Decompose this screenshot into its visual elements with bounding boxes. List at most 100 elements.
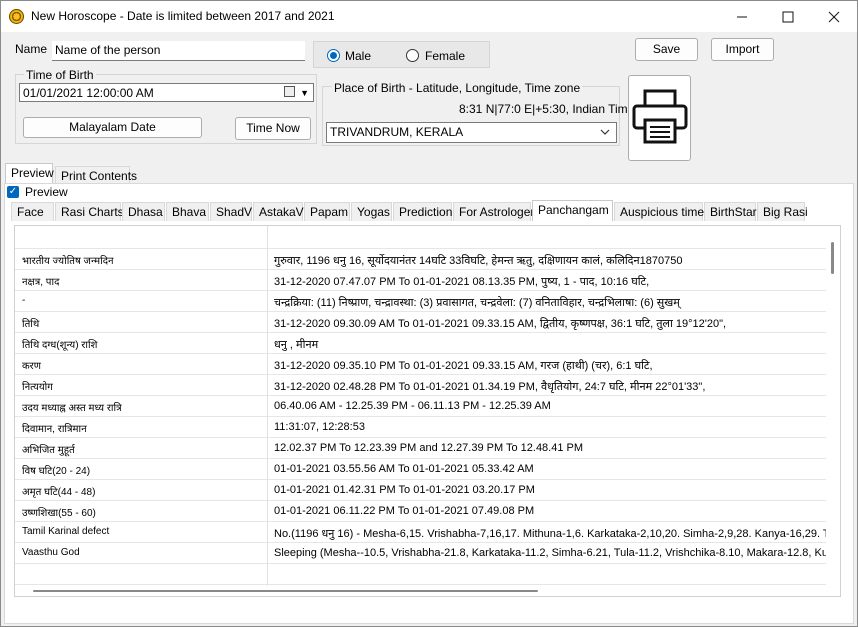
close-button[interactable]	[811, 1, 857, 32]
female-label: Female	[425, 49, 466, 63]
row-label: नक्षत्र, पाद	[22, 277, 60, 288]
tab-papam[interactable]: Papam	[304, 202, 350, 221]
male-label: Male	[345, 49, 372, 63]
row-value: 01-01-2021 06.11.22 PM To 01-01-2021 07.…	[274, 505, 535, 517]
tab-rasi-charts[interactable]: Rasi Charts	[55, 202, 124, 221]
save-button[interactable]: Save	[635, 38, 698, 61]
tab-auspicious-time[interactable]: Auspicious time	[614, 202, 704, 221]
row-value: 01-01-2021 03.55.56 AM To 01-01-2021 05.…	[274, 463, 534, 475]
row-label: नित्ययोग	[22, 382, 53, 393]
maximize-icon	[782, 11, 794, 22]
row-label: तिथि	[22, 319, 40, 330]
row-label: अभिजित मुहूर्त	[22, 445, 75, 456]
row-value: Sleeping (Mesha--10.5, Vrishabha-21.8, K…	[274, 547, 828, 559]
minimize-icon	[737, 16, 747, 17]
table-row: उष्णशिखा(55 - 60) 01-01-2021 06.11.22 PM …	[15, 501, 827, 522]
preview-checkbox[interactable]: ✓	[7, 186, 19, 198]
table-row: अभिजित मुहूर्त 12.02.37 PM To 12.23.39 PM…	[15, 438, 827, 459]
time-of-birth-label: Time of Birth	[24, 68, 96, 82]
tab-yogas[interactable]: Yogas	[351, 202, 392, 221]
table-row	[15, 564, 827, 585]
row-label: -	[22, 295, 26, 306]
name-input[interactable]: Name of the person	[52, 41, 305, 61]
window-title: New Horoscope - Date is limited between …	[31, 9, 335, 23]
table-row: दिवामान, रात्रिमान 11:31:07, 12:28:53	[15, 417, 827, 438]
table-row	[15, 228, 827, 249]
table-row: नित्ययोग 31-12-2020 02.48.28 PM To 01-01-…	[15, 375, 827, 396]
table-row: अमृत घटि(44 - 48) 01-01-2021 01.42.31 PM …	[15, 480, 827, 501]
row-label: भारतीय ज्योतिष जन्मदिन	[22, 256, 114, 267]
title-bar: New Horoscope - Date is limited between …	[1, 1, 857, 32]
place-value: TRIVANDRUM, KERALA	[330, 125, 464, 139]
horoscope-window: New Horoscope - Date is limited between …	[0, 0, 858, 627]
table-row: विष घटि(20 - 24) 01-01-2021 03.55.56 AM T…	[15, 459, 827, 480]
tab-panchangam[interactable]: Panchangam	[532, 200, 613, 221]
place-of-birth-label: Place of Birth - Latitude, Longitude, Ti…	[332, 81, 583, 95]
row-label: उदय मध्याह्न अस्त मध्य रात्रि	[22, 403, 122, 414]
preview-checkbox-label: Preview	[25, 185, 68, 199]
row-value: 06.40.06 AM - 12.25.39 PM - 06.11.13 PM …	[274, 400, 551, 412]
row-label: उष्णशिखा(55 - 60)	[22, 508, 96, 519]
tab-bhava[interactable]: Bhava	[166, 202, 209, 221]
male-radio[interactable]	[327, 49, 340, 62]
row-value: गुरुवार, 1196 धनु 16, सूर्योदयानंतर 14घट…	[274, 255, 683, 267]
panchangam-grid: भारतीय ज्योतिष जन्मदिन गुरुवार, 1196 धनु …	[14, 225, 841, 597]
place-coordinates: 8:31 N|77:0 E|+5:30, Indian Time	[459, 102, 635, 116]
app-icon	[9, 9, 24, 24]
tab-face[interactable]: Face	[11, 202, 54, 221]
malayalam-date-button[interactable]: Malayalam Date	[23, 117, 202, 138]
horizontal-scrollbar[interactable]	[15, 586, 827, 596]
row-value: No.(1196 धनु 16) - Mesha-6,15. Vrishabha…	[274, 528, 830, 540]
close-icon	[828, 11, 840, 22]
row-value: 11:31:07, 12:28:53	[274, 421, 365, 433]
tab-birthstar[interactable]: BirthStar	[704, 202, 757, 221]
table-row: करण 31-12-2020 09.35.10 PM To 01-01-2021 …	[15, 354, 827, 375]
table-row: तिथि 31-12-2020 09.30.09 AM To 01-01-2021…	[15, 312, 827, 333]
tab-preview[interactable]: Preview	[5, 163, 54, 184]
import-button[interactable]: Import	[711, 38, 774, 61]
row-value: 12.02.37 PM To 12.23.39 PM and 12.27.39 …	[274, 442, 584, 454]
table-row: नक्षत्र, पाद 31-12-2020 07.47.07 PM To 01…	[15, 270, 827, 291]
female-radio[interactable]	[406, 49, 419, 62]
table-row: Vaasthu God Sleeping (Mesha--10.5, Vrisha…	[15, 543, 828, 564]
row-value: धनु , मीनम	[274, 339, 319, 351]
row-label: अमृत घटि(44 - 48)	[22, 487, 96, 498]
datetime-value: 01/01/2021 12:00:00 AM	[23, 86, 154, 100]
tab-dhasa[interactable]: Dhasa	[122, 202, 165, 221]
vertical-scroll-thumb[interactable]	[831, 242, 834, 274]
row-value: 31-12-2020 09.35.10 PM To 01-01-2021 09.…	[274, 360, 653, 372]
tab-for-astrologer[interactable]: For Astrologer	[453, 202, 534, 221]
maximize-button[interactable]	[765, 1, 811, 32]
table-row: भारतीय ज्योतिष जन्मदिन गुरुवार, 1196 धनु …	[15, 249, 827, 270]
tab-prediction[interactable]: Prediction	[393, 202, 452, 221]
row-label: विष घटि(20 - 24)	[22, 466, 91, 477]
gender-group: Male Female	[313, 41, 490, 68]
row-value: 31-12-2020 02.48.28 PM To 01-01-2021 01.…	[274, 381, 706, 393]
row-label: Tamil Karinal defect	[22, 526, 110, 537]
row-label: करण	[22, 361, 41, 372]
datetime-picker[interactable]: 01/01/2021 12:00:00 AM ▼	[19, 83, 314, 102]
table-row: तिथि दग्ध(शून्य) राशि धनु , मीनम	[15, 333, 827, 354]
vertical-scrollbar[interactable]	[826, 226, 840, 596]
name-label: Name	[15, 42, 48, 56]
horizontal-scroll-thumb[interactable]	[33, 590, 538, 592]
row-value: 31-12-2020 09.30.09 AM To 01-01-2021 09.…	[274, 318, 727, 330]
tab-shadv[interactable]: ShadV	[210, 202, 252, 221]
calendar-icon[interactable]	[284, 86, 295, 97]
place-select[interactable]: TRIVANDRUM, KERALA	[326, 122, 617, 143]
time-now-button[interactable]: Time Now	[235, 117, 311, 140]
tab-astakav[interactable]: AstakaV	[253, 202, 304, 221]
print-button[interactable]	[628, 75, 691, 161]
row-value: चन्द्रक्रिया: (11) निष्प्राण, चन्द्रावस्…	[274, 297, 680, 309]
row-label: Vaasthu God	[22, 547, 80, 558]
table-row: - चन्द्रक्रिया: (11) निष्प्राण, चन्द्रावस…	[15, 291, 827, 312]
table-row: उदय मध्याह्न अस्त मध्य रात्रि 06.40.06 AM…	[15, 396, 827, 417]
chevron-down-icon[interactable]: ▼	[300, 84, 309, 101]
row-value: 01-01-2021 01.42.31 PM To 01-01-2021 03.…	[274, 484, 535, 496]
row-label: तिथि दग्ध(शून्य) राशि	[22, 340, 98, 351]
tab-big-rasi[interactable]: Big Rasi	[757, 202, 808, 221]
minimize-button[interactable]	[719, 1, 765, 32]
table-row: Tamil Karinal defect No.(1196 धनु 16) - M…	[15, 522, 830, 543]
row-value: 31-12-2020 07.47.07 PM To 01-01-2021 08.…	[274, 276, 650, 288]
inner-tab-strip: Face Rasi Charts Dhasa Bhava ShadV AstakaV Pap…	[11, 200, 851, 222]
